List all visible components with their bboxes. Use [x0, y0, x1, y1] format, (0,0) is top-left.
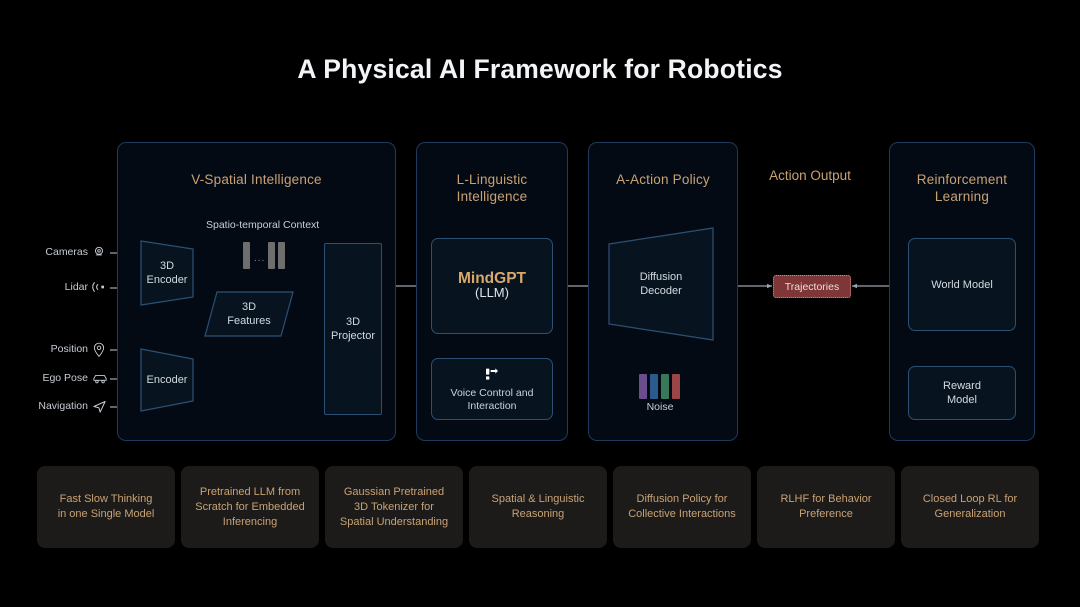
map-pin-icon: [93, 342, 105, 357]
feature-card-line2: in one Single Model: [57, 508, 155, 520]
noise-label: Noise: [646, 401, 674, 413]
context-ellipsis: ...: [254, 253, 266, 264]
block-world-model: World Model: [908, 238, 1016, 331]
context-token-bar: [243, 242, 250, 269]
feature-card[interactable]: Fast Slow Thinking in one Single Model: [37, 466, 175, 548]
panel-title-rl-line1: Reinforcement: [916, 172, 1008, 187]
block-encoder: Encoder: [140, 348, 194, 412]
feature-card[interactable]: Spatial & Linguistic Reasoning: [469, 466, 607, 548]
reward-model-line1: Reward: [943, 380, 981, 392]
feature-card-line2: Preference: [799, 508, 853, 520]
feature-card[interactable]: Diffusion Policy for Collective Interact…: [613, 466, 751, 548]
label-action-output: Action Output: [769, 168, 851, 183]
block-encoder-label: Encoder: [146, 374, 188, 386]
panel-title-action: A-Action Policy: [616, 172, 710, 187]
block-3d-features-line2: Features: [227, 315, 271, 327]
diffusion-decoder-line2: Decoder: [640, 285, 682, 297]
reward-model-line2: Model: [947, 394, 977, 406]
noise-bar: [672, 374, 680, 399]
feature-card[interactable]: Pretrained LLM from Scratch for Embedded…: [181, 466, 319, 548]
block-3d-encoder: 3D Encoder: [140, 240, 194, 306]
feature-card-line2: Scratch for Embedded: [195, 500, 305, 513]
mindgpt-name: MindGPT: [457, 270, 527, 287]
noise-bar: [661, 374, 669, 399]
noise-bar: [639, 374, 647, 399]
block-voice-control: Voice Control and Interaction: [431, 358, 553, 420]
block-3d-projector-line2: Projector: [330, 330, 376, 342]
panel-title-spatial: V-Spatial Intelligence: [191, 172, 322, 187]
camera-icon: [95, 246, 103, 256]
feature-card-line1: Closed Loop RL for: [922, 493, 1018, 505]
input-label-navigation: Navigation: [38, 400, 88, 412]
feature-card-line1: Pretrained LLM from: [199, 485, 301, 498]
feature-card-line2: Reasoning: [511, 508, 565, 520]
spatio-temporal-context-label: Spatio-temporal Context: [206, 219, 320, 231]
panel-title-rl: Reinforcement Learning: [890, 172, 1034, 205]
noise-bars-group: Noise: [639, 374, 684, 413]
navigation-arrow-icon: [93, 401, 106, 413]
diagram-canvas: A Physical AI Framework for Robotics Cam…: [0, 0, 1080, 607]
block-mindgpt: MindGPT (LLM): [431, 238, 553, 334]
voice-control-icon: [485, 367, 498, 380]
input-label-position: Position: [50, 343, 88, 355]
block-3d-features-line1: 3D: [241, 301, 257, 313]
block-3d-encoder-line2: Encoder: [146, 274, 188, 286]
mindgpt-subtitle: (LLM): [475, 285, 509, 300]
voice-control-line1: Voice Control and: [450, 386, 534, 399]
block-diffusion-decoder: Diffusion Decoder: [608, 227, 714, 341]
trajectories-chip: Trajectories: [773, 275, 851, 298]
noise-bar: [650, 374, 658, 399]
voice-control-line2: Interaction: [467, 399, 517, 412]
block-3d-features: 3D Features: [204, 291, 294, 337]
panel-title-rl-line2: Learning: [934, 188, 990, 204]
car-icon: [93, 374, 107, 384]
feature-card-line1: Gaussian Pretrained: [343, 485, 445, 498]
feature-card-line3: Inferencing: [222, 515, 278, 528]
block-3d-projector-line1: 3D: [345, 316, 361, 328]
feature-card[interactable]: RLHF for Behavior Preference: [757, 466, 895, 548]
feature-card-line2: Collective Interactions: [628, 508, 736, 520]
feature-card-line2: Generalization: [934, 508, 1006, 520]
panel-title-linguistic: L-Linguistic Intelligence: [417, 172, 567, 205]
feature-card-line1: Diffusion Policy for: [636, 493, 728, 505]
feature-card-line2: 3D Tokenizer for: [354, 500, 434, 513]
context-token-bar: [268, 242, 275, 269]
context-token-bar: [278, 242, 285, 269]
feature-card[interactable]: Gaussian Pretrained 3D Tokenizer for Spa…: [325, 466, 463, 548]
block-3d-encoder-line1: 3D: [159, 260, 175, 272]
panel-title-linguistic-line1: L-Linguistic: [456, 172, 528, 187]
block-3d-projector: 3D Projector: [324, 243, 382, 415]
block-reward-model: Reward Model: [908, 366, 1016, 420]
feature-card[interactable]: Closed Loop RL for Generalization: [901, 466, 1039, 548]
feature-card-line1: RLHF for Behavior: [780, 493, 872, 505]
page-title: A Physical AI Framework for Robotics: [297, 54, 783, 84]
feature-card-line1: Spatial & Linguistic: [491, 493, 585, 505]
panel-title-linguistic-line2: Intelligence: [456, 188, 528, 204]
diffusion-decoder-line1: Diffusion: [639, 271, 683, 283]
input-label-lidar: Lidar: [64, 281, 88, 293]
input-label-cameras: Cameras: [45, 246, 88, 258]
lidar-signal-icon: [92, 281, 104, 293]
feature-card-line1: Fast Slow Thinking: [59, 493, 153, 505]
feature-card-line3: Spatial Understanding: [339, 515, 449, 528]
input-label-ego-pose: Ego Pose: [42, 372, 88, 384]
